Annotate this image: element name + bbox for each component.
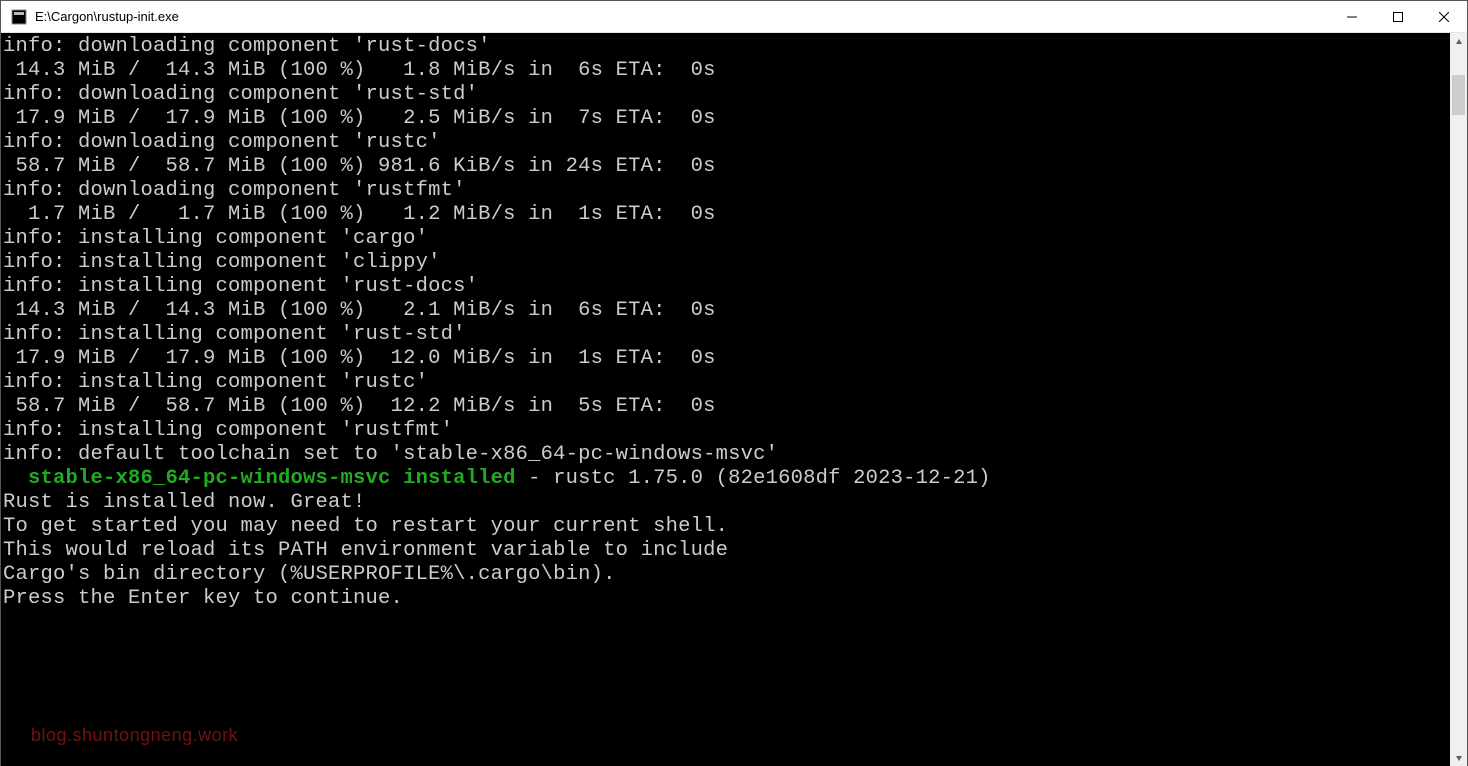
terminal-success-line: stable-x86_64-pc-windows-msvc installed … bbox=[3, 467, 1450, 491]
terminal-line: Press the Enter key to continue. bbox=[3, 587, 1450, 611]
scroll-thumb[interactable] bbox=[1452, 75, 1465, 115]
terminal-output[interactable]: info: downloading component 'rust-docs' … bbox=[1, 33, 1450, 766]
titlebar: E:\Cargon\rustup-init.exe bbox=[1, 1, 1467, 33]
minimize-button[interactable] bbox=[1329, 1, 1375, 33]
terminal-line: info: installing component 'rustc' bbox=[3, 371, 1450, 395]
vertical-scrollbar[interactable] bbox=[1450, 33, 1467, 766]
terminal-line: info: installing component 'rust-std' bbox=[3, 323, 1450, 347]
client-area: info: downloading component 'rust-docs' … bbox=[1, 33, 1467, 766]
terminal-line: info: downloading component 'rust-docs' bbox=[3, 35, 1450, 59]
terminal-line: info: installing component 'cargo' bbox=[3, 227, 1450, 251]
scroll-up-button[interactable] bbox=[1450, 33, 1467, 50]
close-button[interactable] bbox=[1421, 1, 1467, 33]
terminal-line: info: downloading component 'rust-std' bbox=[3, 83, 1450, 107]
terminal-line: 14.3 MiB / 14.3 MiB (100 %) 2.1 MiB/s in… bbox=[3, 299, 1450, 323]
terminal-line: 1.7 MiB / 1.7 MiB (100 %) 1.2 MiB/s in 1… bbox=[3, 203, 1450, 227]
terminal-line: 58.7 MiB / 58.7 MiB (100 %) 12.2 MiB/s i… bbox=[3, 395, 1450, 419]
terminal-line: info: downloading component 'rustfmt' bbox=[3, 179, 1450, 203]
terminal-line: 17.9 MiB / 17.9 MiB (100 %) 12.0 MiB/s i… bbox=[3, 347, 1450, 371]
app-icon bbox=[11, 9, 27, 25]
success-green-text: stable-x86_64-pc-windows-msvc installed bbox=[3, 467, 516, 490]
terminal-line: Rust is installed now. Great! bbox=[3, 491, 1450, 515]
terminal-line: 58.7 MiB / 58.7 MiB (100 %) 981.6 KiB/s … bbox=[3, 155, 1450, 179]
terminal-line: 17.9 MiB / 17.9 MiB (100 %) 2.5 MiB/s in… bbox=[3, 107, 1450, 131]
terminal-line: info: downloading component 'rustc' bbox=[3, 131, 1450, 155]
terminal-line: Cargo's bin directory (%USERPROFILE%\.ca… bbox=[3, 563, 1450, 587]
scroll-track[interactable] bbox=[1450, 50, 1467, 749]
terminal-line: info: installing component 'rust-docs' bbox=[3, 275, 1450, 299]
terminal-line: This would reload its PATH environment v… bbox=[3, 539, 1450, 563]
terminal-line: info: installing component 'rustfmt' bbox=[3, 419, 1450, 443]
terminal-line: info: default toolchain set to 'stable-x… bbox=[3, 443, 1450, 467]
scroll-down-button[interactable] bbox=[1450, 749, 1467, 766]
terminal-line: To get started you may need to restart y… bbox=[3, 515, 1450, 539]
terminal-line: info: installing component 'clippy' bbox=[3, 251, 1450, 275]
success-rest-text: - rustc 1.75.0 (82e1608df 2023-12-21) bbox=[516, 467, 991, 490]
terminal-line: 14.3 MiB / 14.3 MiB (100 %) 1.8 MiB/s in… bbox=[3, 59, 1450, 83]
maximize-button[interactable] bbox=[1375, 1, 1421, 33]
window-title: E:\Cargon\rustup-init.exe bbox=[35, 9, 179, 24]
